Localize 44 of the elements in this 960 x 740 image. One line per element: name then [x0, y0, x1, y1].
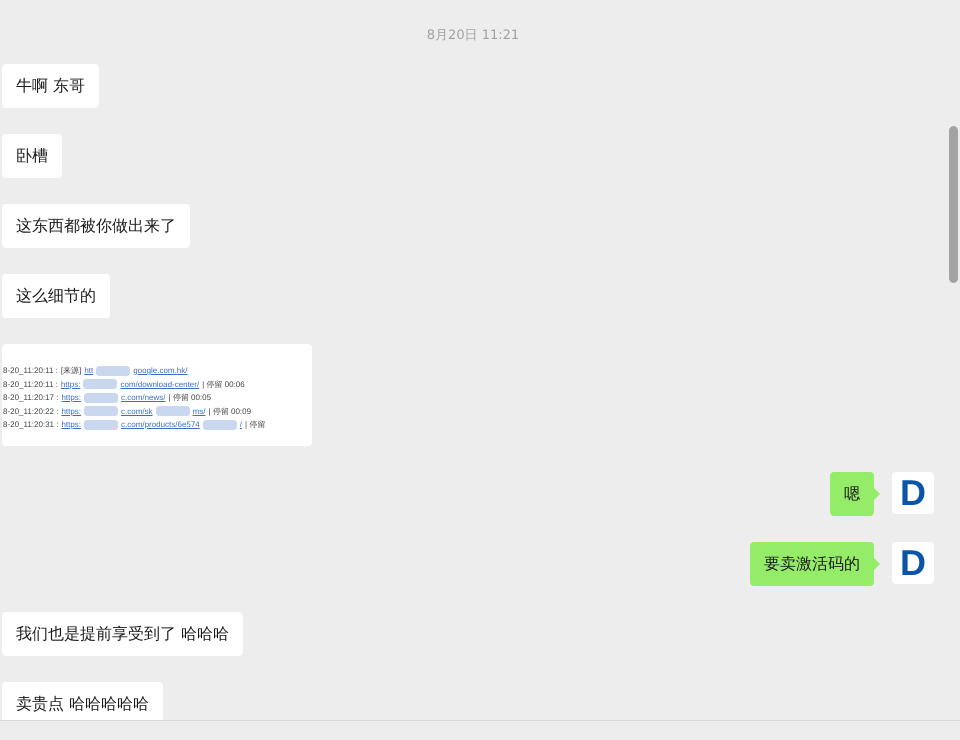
log-time: 8-20_11:20:17 :	[3, 392, 58, 404]
log-duration: | 停留 00:09	[208, 406, 252, 418]
bubble-tail-icon	[874, 488, 880, 500]
log-link: https:	[61, 392, 82, 404]
message-bubble: 要卖激活码的	[750, 542, 874, 586]
log-link: htt	[84, 365, 94, 377]
user-avatar[interactable]: D	[892, 472, 934, 514]
log-link: c.com/products/6e574	[121, 419, 200, 431]
log-link: c.com/sk	[121, 406, 153, 418]
log-duration: | 停留 00:05	[168, 392, 212, 404]
log-duration: | 停留	[244, 419, 266, 431]
blurred-area	[84, 420, 118, 430]
log-link: /	[240, 419, 242, 431]
bubble-tail-icon	[874, 558, 880, 570]
log-link: google.com.hk/	[133, 365, 188, 377]
log-source-tag: [来源]	[60, 364, 82, 378]
screenshot-message[interactable]	[2, 344, 312, 446]
message-timestamp: 8月20日 11:21	[426, 27, 520, 44]
log-link: https:	[61, 406, 82, 418]
log-duration: | 停留 00:06	[202, 378, 245, 391]
message-bubble: 卧槽	[2, 134, 62, 178]
log-link: c.com/news/	[121, 392, 166, 404]
blurred-area	[96, 366, 130, 376]
scrollbar-thumb[interactable]	[949, 126, 958, 283]
message-bubble: 这么细节的	[2, 274, 110, 318]
user-avatar[interactable]: D	[892, 542, 934, 584]
log-time: 8-20_11:20:11 :	[3, 378, 58, 391]
log-time: 8-20_11:20:11 :	[3, 365, 58, 377]
blurred-area	[156, 406, 190, 416]
log-time: 8-20_11:20:22 :	[3, 406, 58, 418]
log-link: https:	[60, 378, 80, 391]
blurred-area	[202, 420, 237, 430]
message-bubble: 卖贵点 哈哈哈哈哈	[2, 682, 164, 720]
log-link: https:	[61, 419, 82, 431]
message-bubble: 这东西都被你做出来了	[2, 204, 190, 248]
log-link: com/download-center/	[120, 378, 200, 390]
blurred-area	[84, 392, 118, 403]
message-bubble: 嗯	[830, 472, 874, 516]
log-link: ms/	[192, 406, 206, 418]
blurred-area	[83, 379, 118, 390]
message-bubble: 我们也是提前享受到了 哈哈哈	[2, 612, 244, 656]
blurred-area	[84, 406, 118, 416]
message-bubble: 牛啊 东哥	[2, 64, 100, 108]
log-time: 8-20_11:20:31 :	[3, 419, 58, 431]
